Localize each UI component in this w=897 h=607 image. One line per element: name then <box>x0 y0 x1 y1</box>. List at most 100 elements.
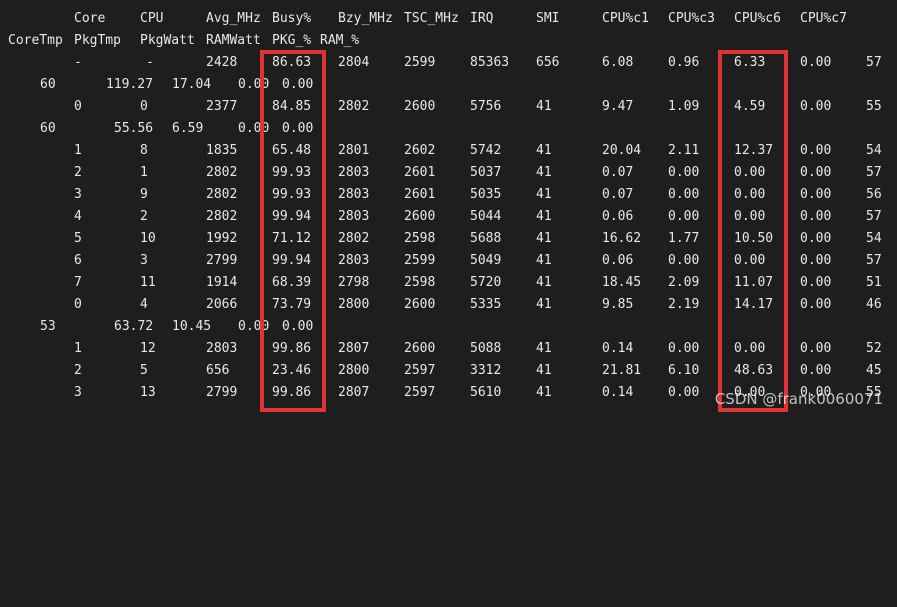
cell-irq: 5088 <box>470 341 502 356</box>
cell-bzy-mhz: 2803 <box>338 187 370 202</box>
cell-coretmp: 45 <box>866 363 882 378</box>
cell-avg-mhz: 2799 <box>206 253 238 268</box>
cell-c3: 0.00 <box>668 187 700 202</box>
cell-smi: 41 <box>536 187 552 202</box>
cell-c1: 16.62 <box>602 231 642 246</box>
cell-irq: 5035 <box>470 187 502 202</box>
header-row-1: Core CPU Avg_MHz Busy% Bzy_MHz TSC_MHz I… <box>0 8 897 30</box>
cell-c3: 1.09 <box>668 99 700 114</box>
cell-coretmp: 54 <box>866 143 882 158</box>
cell-core: 0 <box>74 99 82 114</box>
cell-cpu: 8 <box>140 143 148 158</box>
cell-pkgtmp: 55.56 <box>114 121 154 136</box>
cell-cpu: 10 <box>140 231 156 246</box>
cell-tsc-mhz: 2601 <box>404 165 436 180</box>
cell-irq: 5742 <box>470 143 502 158</box>
cell-c3: 0.00 <box>668 165 700 180</box>
col-pkgwatt-header: PkgWatt <box>140 33 195 48</box>
cell-bzy-mhz: 2803 <box>338 209 370 224</box>
cell-smi: 41 <box>536 209 552 224</box>
cell-smi: 41 <box>536 143 552 158</box>
cell-pkgwatt: 6.59 <box>172 121 204 136</box>
cell-core: 7 <box>74 275 82 290</box>
cell-irq: 5720 <box>470 275 502 290</box>
cell-irq: 5610 <box>470 385 502 400</box>
terminal-output: Core CPU Avg_MHz Busy% Bzy_MHz TSC_MHz I… <box>0 0 897 412</box>
cell-tsc-mhz: 2597 <box>404 385 436 400</box>
cell-c7: 0.00 <box>800 209 832 224</box>
cell-bzy-mhz: 2798 <box>338 275 370 290</box>
cell-smi: 656 <box>536 55 560 70</box>
cell-pkgtmp: 119.27 <box>106 77 153 92</box>
cell-avg-mhz: 1914 <box>206 275 238 290</box>
cell-smi: 41 <box>536 297 552 312</box>
cell-smi: 41 <box>536 165 552 180</box>
cell-tsc-mhz: 2597 <box>404 363 436 378</box>
cell-cpu: 12 <box>140 341 156 356</box>
col-irq-header: IRQ <box>470 11 494 26</box>
cell-cpu: 3 <box>140 253 148 268</box>
cell-c1: 0.06 <box>602 253 634 268</box>
cell-smi: 41 <box>536 99 552 114</box>
cell-core: 2 <box>74 165 82 180</box>
cell-coretmp: 57 <box>866 253 882 268</box>
cell-coretmp: 57 <box>866 165 882 180</box>
cell-c7: 0.00 <box>800 231 832 246</box>
cell-tsc-mhz: 2600 <box>404 341 436 356</box>
cell-c7: 0.00 <box>800 341 832 356</box>
cell-core: 0 <box>74 297 82 312</box>
cell-c1: 0.07 <box>602 165 634 180</box>
cell-c7: 0.00 <box>800 187 832 202</box>
col-c3-header: CPU%c3 <box>668 11 715 26</box>
cell-c3: 0.00 <box>668 253 700 268</box>
col-avg-mhz-header: Avg_MHz <box>206 11 261 26</box>
cell-c7: 0.00 <box>800 363 832 378</box>
cell-c1: 20.04 <box>602 143 642 158</box>
cell-c7: 0.00 <box>800 143 832 158</box>
cell-cpu: - <box>146 55 154 70</box>
cell-tsc-mhz: 2598 <box>404 275 436 290</box>
cell-c1: 9.85 <box>602 297 634 312</box>
cell-c3: 2.19 <box>668 297 700 312</box>
cell-core: 3 <box>74 187 82 202</box>
cell-cpu: 2 <box>140 209 148 224</box>
cell-irq: 85363 <box>470 55 510 70</box>
col-coretmp-header: CoreTmp <box>8 33 63 48</box>
cell-pkgtmp: 63.72 <box>114 319 154 334</box>
cell-coretmp: 55 <box>866 99 882 114</box>
cell-cpu: 13 <box>140 385 156 400</box>
cell-avg-mhz: 656 <box>206 363 230 378</box>
cell-core: 4 <box>74 209 82 224</box>
cell-tsc-mhz: 2600 <box>404 297 436 312</box>
cell-c3: 0.00 <box>668 209 700 224</box>
col-c6-header: CPU%c6 <box>734 11 781 26</box>
cell-c7: 0.00 <box>800 99 832 114</box>
cell-coretmp: 60 <box>40 77 56 92</box>
cell-bzy-mhz: 2802 <box>338 99 370 114</box>
cell-irq: 5049 <box>470 253 502 268</box>
cell-smi: 41 <box>536 385 552 400</box>
cell-bzy-mhz: 2800 <box>338 297 370 312</box>
cell-cpu: 0 <box>140 99 148 114</box>
cell-bzy-mhz: 2807 <box>338 385 370 400</box>
cell-bzy-mhz: 2804 <box>338 55 370 70</box>
cell-c7: 0.00 <box>800 55 832 70</box>
cell-tsc-mhz: 2599 <box>404 253 436 268</box>
cell-coretmp: 56 <box>866 187 882 202</box>
cell-c1: 0.07 <box>602 187 634 202</box>
cell-bzy-mhz: 2803 <box>338 253 370 268</box>
cell-c7: 0.00 <box>800 253 832 268</box>
cell-avg-mhz: 2802 <box>206 187 238 202</box>
cell-c1: 0.14 <box>602 385 634 400</box>
cell-c1: 21.81 <box>602 363 642 378</box>
cell-c1: 0.14 <box>602 341 634 356</box>
header-row-2: CoreTmp PkgTmp PkgWatt RAMWatt PKG_% RAM… <box>0 30 897 52</box>
cell-coretmp: 57 <box>866 209 882 224</box>
cell-avg-mhz: 2799 <box>206 385 238 400</box>
busy-column-highlight <box>260 50 326 412</box>
cell-cpu: 1 <box>140 165 148 180</box>
cell-c1: 6.08 <box>602 55 634 70</box>
cell-c3: 0.00 <box>668 341 700 356</box>
cell-irq: 5688 <box>470 231 502 246</box>
cell-bzy-mhz: 2802 <box>338 231 370 246</box>
